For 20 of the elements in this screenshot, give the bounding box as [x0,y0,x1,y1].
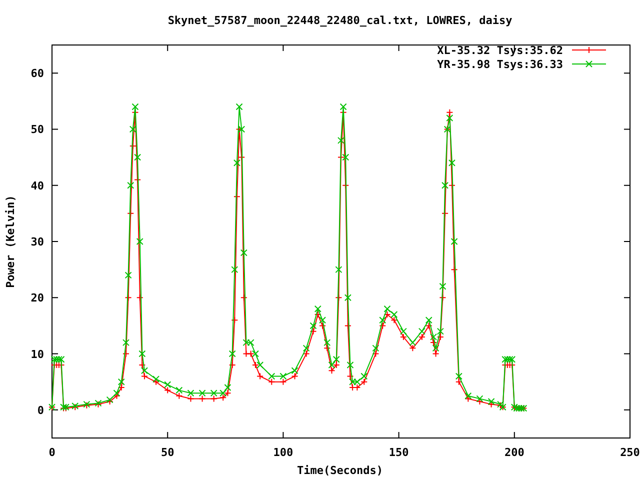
legend-swatch [572,46,606,54]
tick-label: 30 [30,236,44,248]
chart-title: Skynet_57587_moon_22448_22480_cal.txt, LOWRES, daisy [168,14,512,27]
tick-label: 10 [30,348,44,361]
legend-label: XL-35.32 Tsys:35.62 [437,44,563,57]
tick-label: 150 [388,446,409,459]
tick-label: 200 [504,446,524,459]
tick-label: 50 [30,123,44,136]
tick-label: 20 [30,292,44,305]
tick-label: 60 [30,67,44,80]
axis-title: Time(Seconds) [296,464,384,477]
legend-label: YR-35.98 Tsys:36.33 [437,58,563,71]
legend-swatch [572,60,606,68]
tick-label: 0 [48,446,56,459]
tick-label: 50 [160,446,174,459]
tick-label: 40 [30,179,44,192]
tick-label: 250 [620,446,640,459]
axis-title: Power (Kelvin) [4,195,17,288]
tick-label: 0 [37,404,44,417]
tick-label: 100 [273,446,294,459]
